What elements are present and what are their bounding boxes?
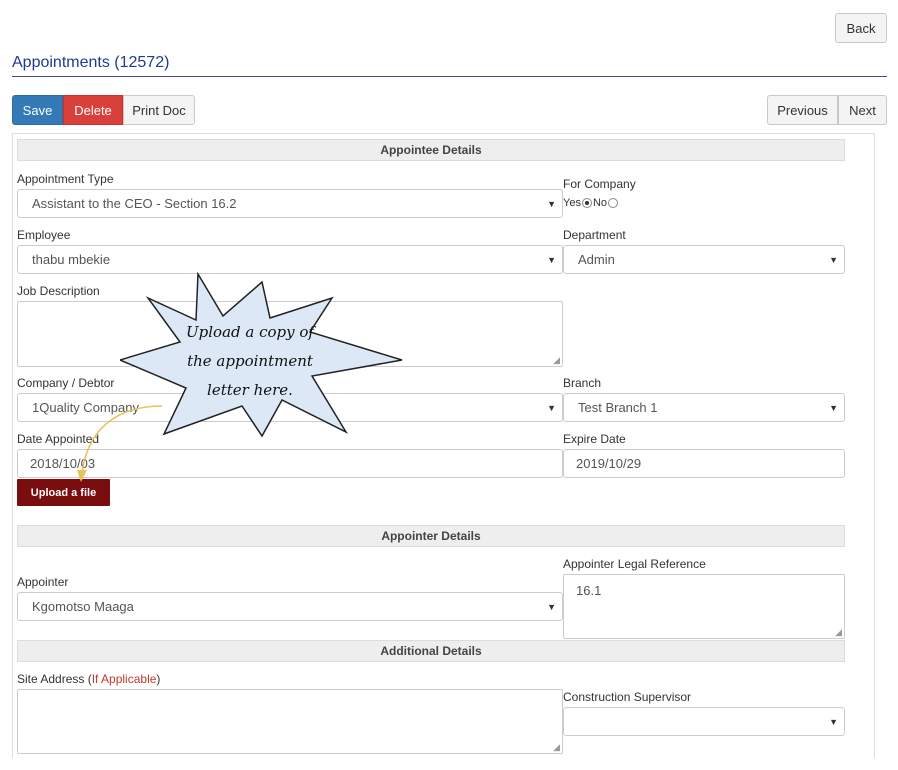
resize-grip-icon[interactable]: ◢ (835, 628, 842, 637)
callout-text: Upload a copy of the appointment letter … (170, 318, 330, 405)
appointer-label: Appointer (17, 575, 69, 589)
department-label: Department (563, 228, 626, 242)
callout-arrow (77, 405, 163, 482)
employee-value: thabu mbekie (32, 252, 111, 267)
delete-button[interactable]: Delete (63, 95, 123, 125)
appointer-select[interactable]: Kgomotso Maaga ▼ (17, 592, 563, 621)
site-address-hint: If Applicable (91, 672, 157, 686)
next-button[interactable]: Next (838, 95, 887, 125)
expire-date-input[interactable]: 2019/10/29 (563, 449, 845, 478)
job-description-label: Job Description (17, 284, 100, 298)
appointer-legal-reference-value: 16.1 (576, 583, 602, 598)
section-additional-details: Additional Details (17, 640, 845, 662)
section-appointee-details: Appointee Details (17, 139, 845, 161)
department-select[interactable]: Admin ▼ (563, 245, 845, 274)
appointer-legal-reference-textarea[interactable]: 16.1 ◢ (563, 574, 845, 639)
chevron-down-icon: ▼ (547, 601, 556, 612)
construction-supervisor-select[interactable]: ▼ (563, 707, 845, 736)
previous-button[interactable]: Previous (767, 95, 838, 125)
branch-select[interactable]: Test Branch 1 ▼ (563, 393, 845, 422)
site-address-label-end: ) (156, 672, 161, 686)
for-company-no-label: No (592, 197, 608, 209)
print-doc-button[interactable]: Print Doc (123, 95, 195, 125)
callout-line: Upload a copy of (186, 323, 314, 341)
chevron-down-icon: ▼ (547, 254, 556, 265)
expire-date-value: 2019/10/29 (576, 456, 642, 471)
appointment-type-select[interactable]: Assistant to the CEO - Section 16.2 ▼ (17, 189, 563, 218)
resize-grip-icon[interactable]: ◢ (553, 743, 560, 752)
appointment-type-value: Assistant to the CEO - Section 16.2 (32, 196, 237, 211)
for-company-radio-group: Yes No (563, 197, 619, 209)
resize-grip-icon[interactable]: ◢ (553, 356, 560, 365)
save-button[interactable]: Save (12, 95, 63, 125)
appointer-value: Kgomotso Maaga (32, 599, 134, 614)
for-company-yes-radio[interactable] (581, 198, 592, 208)
department-value: Admin (578, 252, 615, 267)
callout-line: the appointment (187, 352, 313, 370)
construction-supervisor-label: Construction Supervisor (563, 690, 692, 704)
company-debtor-label: Company / Debtor (17, 376, 115, 390)
site-address-textarea[interactable]: ◢ (17, 689, 563, 754)
for-company-yes-label: Yes (563, 197, 581, 209)
for-company-label: For Company (563, 177, 636, 191)
back-button[interactable]: Back (835, 13, 887, 43)
callout-line: letter here. (207, 381, 293, 399)
chevron-down-icon: ▼ (829, 716, 838, 727)
page-title: Appointments (12572) (12, 54, 170, 71)
branch-label: Branch (563, 376, 602, 390)
title-divider (12, 76, 887, 77)
employee-label: Employee (17, 228, 71, 242)
expire-date-label: Expire Date (563, 432, 626, 446)
site-address-label-text: Site Address ( (17, 672, 92, 686)
site-address-label: Site Address (If Applicable) (17, 672, 160, 686)
appointer-legal-reference-label: Appointer Legal Reference (563, 557, 706, 571)
for-company-no-radio[interactable] (608, 198, 619, 208)
branch-value: Test Branch 1 (578, 400, 658, 415)
chevron-down-icon: ▼ (829, 402, 838, 413)
chevron-down-icon: ▼ (829, 254, 838, 265)
appointment-type-label: Appointment Type (17, 172, 114, 186)
chevron-down-icon: ▼ (547, 198, 556, 209)
chevron-down-icon: ▼ (547, 402, 556, 413)
section-appointer-details: Appointer Details (17, 525, 845, 547)
